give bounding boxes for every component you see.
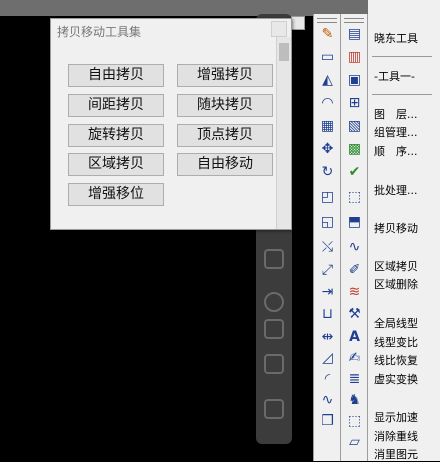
mirror-icon[interactable]: ◭ [319, 72, 336, 89]
break-icon[interactable]: ⇥ [319, 284, 336, 301]
join-icon[interactable]: ⊔ [319, 306, 336, 323]
menu-divider [372, 94, 432, 95]
menu-item-linetype-scale[interactable]: 线型变比 [374, 334, 418, 350]
style-icon[interactable]: ≣ [346, 371, 363, 388]
stretch-icon[interactable]: ◱ [319, 214, 336, 231]
check-icon[interactable]: ✔ [346, 164, 363, 181]
menu-item-xiaodong-tools[interactable]: 晓东工具 [374, 30, 418, 46]
fillet-icon[interactable]: ◿ [319, 350, 336, 367]
move-icon[interactable]: ✥ [319, 141, 336, 158]
tools-toolbar: ▤ ▥ ▣ ⊞ ▧ ▩ ✔ ⬚ ⬒ ∿ ✐ ≋ ⚒ A ✍ ≣ ♞ ⬚ ▱ [341, 14, 368, 461]
menu-item-order[interactable]: 顺 序... [374, 143, 418, 159]
menu-item-area-delete[interactable]: 区域删除 [374, 276, 418, 292]
toolbar-grip[interactable] [344, 18, 364, 23]
menu-divider [372, 56, 432, 57]
curve-icon[interactable]: ∿ [346, 239, 363, 256]
layer-props-icon[interactable]: ▥ [346, 49, 363, 66]
menu-item-global-linetype[interactable]: 全局线型 [374, 315, 418, 331]
dialog-title: 拷贝移动工具集 [57, 25, 142, 39]
steering-wheel-icon[interactable] [264, 249, 284, 269]
layer-icon[interactable]: ▤ [346, 26, 363, 43]
zoom-icon[interactable] [264, 319, 284, 339]
chamfer-icon[interactable]: ⇹ [319, 329, 336, 346]
menu-item-group-manage[interactable]: 组管理... [374, 124, 418, 140]
menu-item-copy-move[interactable]: 拷贝移动 [374, 220, 418, 236]
rectangle-icon[interactable]: ▭ [319, 49, 336, 66]
table-icon[interactable]: ▧ [346, 118, 363, 135]
brush-icon[interactable]: ✎ [319, 26, 336, 43]
xiaodong-tools-menu: 晓东工具 -工具一- 图 层... 组管理... 顺 序... 批处理... 拷… [368, 0, 440, 461]
menu-item-remove-duplicates[interactable]: 消除重线 [374, 428, 418, 444]
menu-item-area-copy[interactable]: 区域拷贝 [374, 258, 418, 274]
menu-item-dash-solid[interactable]: 虚实变换 [374, 371, 418, 387]
menu-item-scale-restore[interactable]: 线比恢复 [374, 352, 418, 368]
toolbar-grip[interactable] [317, 18, 337, 23]
note-icon[interactable]: ✍ [346, 350, 363, 367]
rotate-icon[interactable]: ↻ [319, 164, 336, 181]
showmotion-icon[interactable] [264, 399, 284, 419]
enhanced-copy-button[interactable]: 增强拷贝 [177, 64, 273, 87]
pan-hand-icon[interactable] [264, 292, 284, 312]
tool-icon[interactable]: ⚒ [346, 306, 363, 323]
close-button[interactable] [271, 21, 287, 37]
select2-icon[interactable]: ⬒ [346, 214, 363, 231]
rotate-copy-button[interactable]: 旋转拷贝 [68, 124, 164, 147]
grid-icon[interactable]: ⊞ [346, 95, 363, 112]
explode-icon[interactable]: ◜ [319, 371, 336, 388]
copy-icon[interactable]: ❒ [319, 413, 336, 430]
trim-icon[interactable]: ⤯ [319, 239, 336, 256]
scale-icon[interactable]: ◰ [319, 189, 336, 206]
select-icon[interactable]: ⬚ [346, 189, 363, 206]
text-icon[interactable]: A [346, 329, 363, 346]
scrollbar-thumb[interactable] [279, 43, 289, 61]
dialog-scrollbar[interactable] [276, 37, 291, 229]
curve-edit-icon[interactable]: ∿ [319, 392, 336, 409]
menu-item-remove-inner[interactable]: 消里图元 [374, 446, 418, 462]
block-copy-button[interactable]: 随块拷贝 [177, 94, 273, 117]
array-icon[interactable]: ▦ [319, 118, 336, 135]
area-copy-button[interactable]: 区域拷贝 [68, 153, 164, 176]
image-icon[interactable]: ▩ [346, 141, 363, 158]
copy-move-dialog: 拷贝移动工具集 自由拷贝 增强拷贝 间距拷贝 随块拷贝 旋转拷贝 顶点拷贝 区域… [50, 18, 292, 230]
menu-item-display-speedup[interactable]: 显示加速 [374, 409, 418, 425]
free-move-button[interactable]: 自由移动 [177, 153, 273, 176]
free-copy-button[interactable]: 自由拷贝 [68, 64, 164, 87]
menu-item-layers[interactable]: 图 层... [374, 106, 418, 122]
eraser-icon[interactable]: ▱ [346, 434, 363, 451]
menu-item-tools-one[interactable]: -工具一- [374, 68, 415, 84]
enhanced-shift-button[interactable]: 增强移位 [68, 183, 164, 206]
extend-icon[interactable]: ⤢ [319, 262, 336, 279]
modify-toolbar: ✎ ▭ ◭ ◠ ▦ ✥ ↻ ◰ ◱ ⤯ ⤢ ⇥ ⊔ ⇹ ◿ ◜ ∿ ❒ [313, 14, 341, 461]
vertex-copy-button[interactable]: 顶点拷贝 [177, 124, 273, 147]
spacing-copy-button[interactable]: 间距拷贝 [68, 94, 164, 117]
menu-item-batch[interactable]: 批处理... [374, 182, 418, 198]
edit-icon[interactable]: ✐ [346, 262, 363, 279]
orbit-icon[interactable] [264, 354, 284, 374]
figure-icon[interactable]: ♞ [346, 392, 363, 409]
color-icon[interactable]: ≋ [346, 284, 363, 301]
select3-icon[interactable]: ⬚ [346, 413, 363, 430]
floating-handle[interactable] [291, 16, 305, 30]
block-icon[interactable]: ▣ [346, 72, 363, 89]
offset-icon[interactable]: ◠ [319, 95, 336, 112]
